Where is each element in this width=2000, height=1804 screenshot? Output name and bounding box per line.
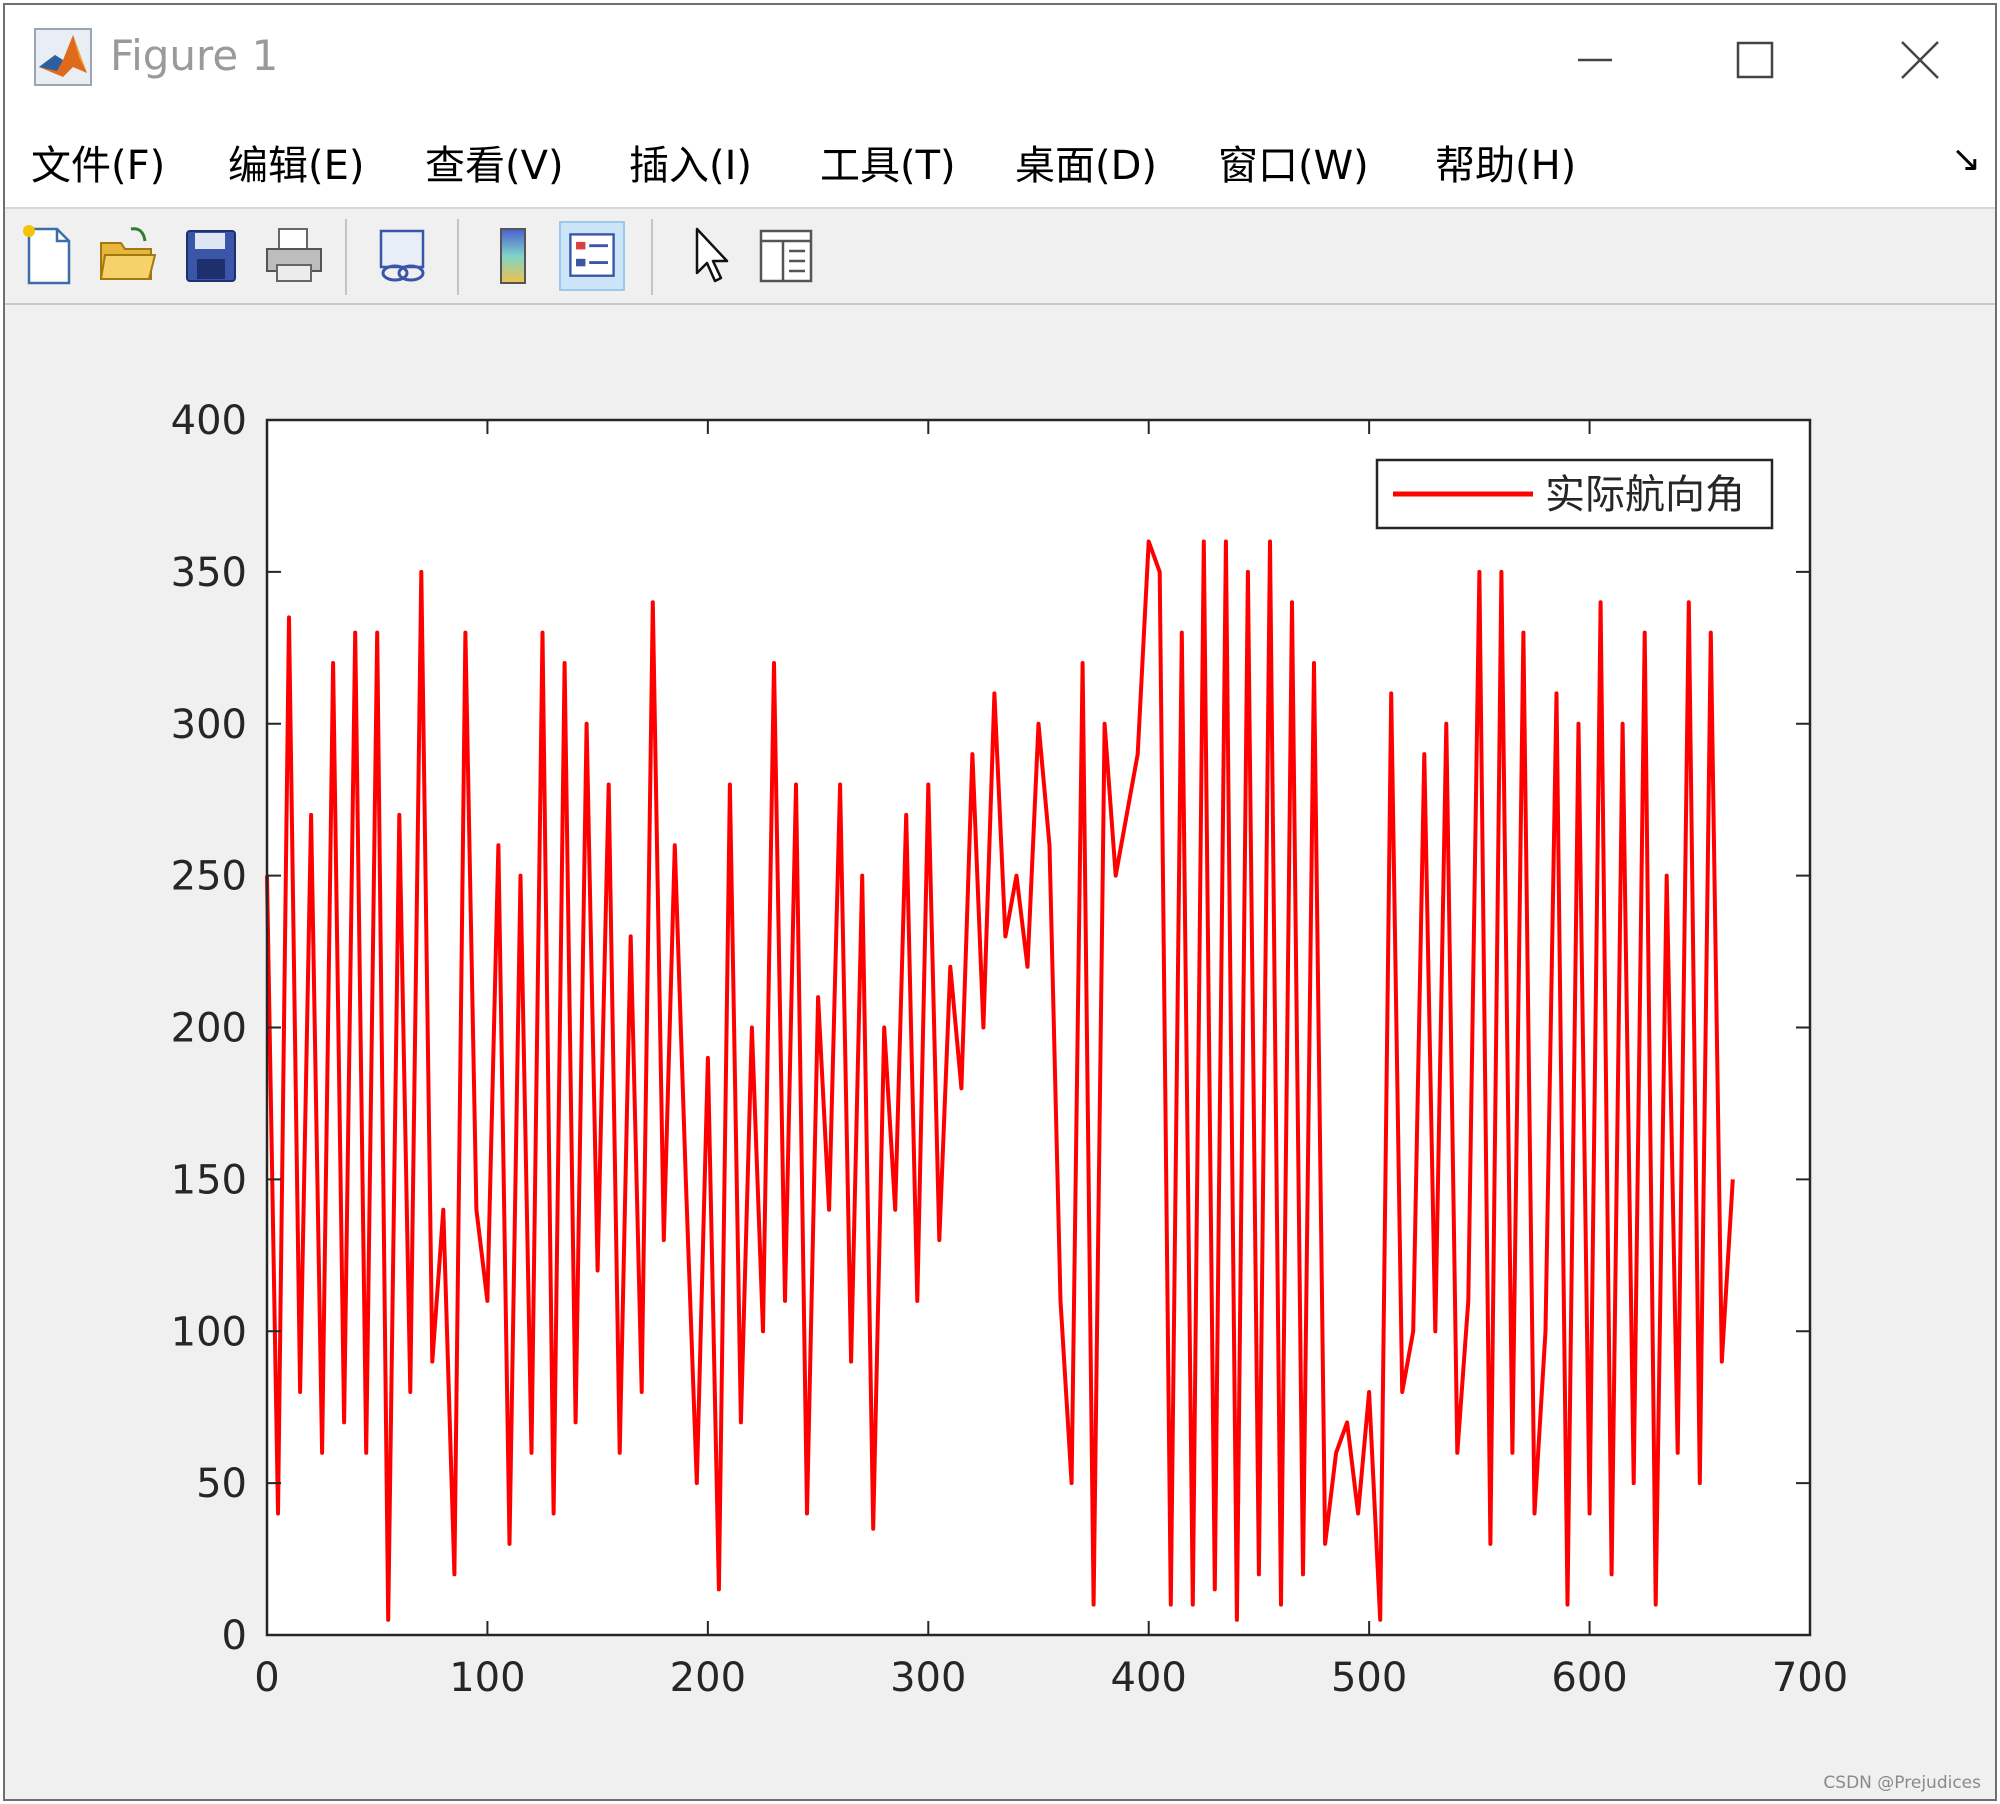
window-title: Figure 1 [110, 31, 279, 80]
print-icon[interactable] [261, 221, 327, 291]
matlab-logo-icon [34, 28, 92, 86]
minimize-button[interactable] [1560, 25, 1630, 95]
x-tick-label: 200 [670, 1655, 746, 1701]
figure-toolbar [5, 209, 1995, 305]
figure-window: Figure 1 文件(F) 编辑(E) 查看(V) 插入(I) 工具(T) 桌… [3, 3, 1997, 1801]
legend[interactable]: 实际航向角 [1375, 458, 1774, 530]
close-button[interactable] [1885, 25, 1955, 95]
menu-help[interactable]: 帮助(H) [1435, 133, 1576, 191]
toolbar-separator [457, 219, 459, 295]
link-plot-icon[interactable] [369, 221, 435, 291]
title-bar[interactable]: Figure 1 [5, 5, 1995, 109]
figure-canvas[interactable]: 0 100 200 300 400 500 600 700 0 50 100 150 200 250 300… [5, 305, 1995, 1799]
menu-tools[interactable]: 工具(T) [820, 133, 956, 191]
property-inspector-icon[interactable] [753, 221, 819, 291]
insert-legend-icon[interactable] [559, 221, 625, 291]
watermark: CSDN @Prejudices [1823, 1773, 1981, 1793]
menu-insert[interactable]: 插入(I) [629, 133, 752, 191]
save-icon[interactable] [179, 221, 245, 291]
legend-label: 实际航向角 [1545, 472, 1745, 518]
toolbar-separator [651, 219, 653, 295]
new-figure-icon[interactable] [15, 221, 81, 291]
edit-plot-pointer-icon[interactable] [677, 221, 743, 291]
plot-svg: 0 100 200 300 400 500 600 700 0 50 100 150 200 250 300… [171, 398, 1849, 1701]
y-tick-label: 300 [171, 702, 247, 748]
maximize-button[interactable] [1720, 25, 1790, 95]
x-tick-label: 300 [890, 1655, 966, 1701]
x-tick-label: 600 [1551, 1655, 1627, 1701]
menu-view[interactable]: 查看(V) [425, 133, 564, 191]
axes-background [267, 420, 1810, 1635]
y-tick-label: 150 [171, 1157, 247, 1203]
insert-colorbar-icon[interactable] [481, 221, 547, 291]
y-tick-label: 250 [171, 854, 247, 900]
dock-arrow-icon[interactable]: ↘ [1951, 139, 1981, 180]
x-tick-label: 700 [1772, 1655, 1848, 1701]
y-tick-label: 200 [171, 1006, 247, 1052]
x-tick-label: 500 [1331, 1655, 1407, 1701]
x-tick-label: 400 [1111, 1655, 1187, 1701]
y-tick-label: 0 [222, 1613, 247, 1659]
menu-edit[interactable]: 编辑(E) [228, 133, 364, 191]
y-tick-label: 350 [171, 550, 247, 596]
menu-desktop[interactable]: 桌面(D) [1015, 133, 1157, 191]
menu-file[interactable]: 文件(F) [31, 133, 165, 191]
x-tick-label: 0 [254, 1655, 279, 1701]
y-tick-label: 400 [171, 398, 247, 444]
menu-window[interactable]: 窗口(W) [1218, 133, 1369, 191]
open-file-icon[interactable] [95, 221, 161, 291]
menu-bar: 文件(F) 编辑(E) 查看(V) 插入(I) 工具(T) 桌面(D) 窗口(W… [5, 109, 1995, 209]
x-tick-label: 100 [449, 1655, 525, 1701]
y-tick-label: 100 [171, 1309, 247, 1355]
toolbar-separator [345, 219, 347, 295]
y-tick-label: 50 [196, 1461, 247, 1507]
